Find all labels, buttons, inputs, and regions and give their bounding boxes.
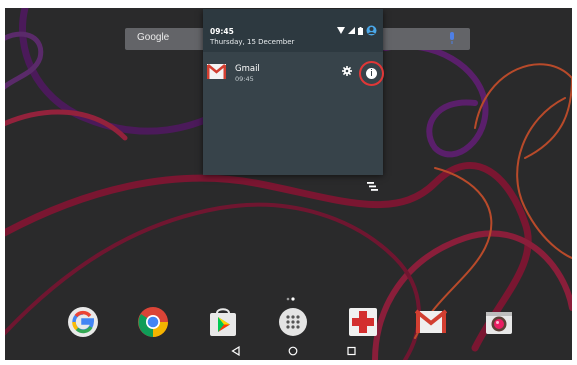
notification-time: 09:45 bbox=[235, 75, 254, 83]
mic-icon[interactable] bbox=[448, 32, 456, 45]
notification-shade: 09:45 Thursday, 15 December Gmail 09:45 bbox=[203, 9, 384, 175]
battery-icon bbox=[358, 26, 363, 35]
camera-icon[interactable] bbox=[483, 306, 515, 338]
recents-icon[interactable] bbox=[347, 346, 356, 356]
navigation-bar bbox=[5, 346, 572, 360]
google-app-icon[interactable] bbox=[67, 306, 99, 338]
notification-title: Gmail bbox=[235, 64, 260, 74]
gmail-icon[interactable] bbox=[415, 306, 447, 338]
info-icon-dot bbox=[371, 69, 372, 70]
page-indicator bbox=[286, 297, 295, 301]
shade-time: 09:45 bbox=[210, 27, 234, 36]
play-store-icon[interactable] bbox=[207, 306, 239, 338]
chrome-icon[interactable] bbox=[137, 306, 169, 338]
home-screen: Google 09:45 Thursday, 15 December Gmail… bbox=[5, 8, 572, 360]
home-icon[interactable] bbox=[288, 346, 298, 356]
first-aid-icon[interactable] bbox=[347, 306, 379, 338]
dismiss-all-icon[interactable] bbox=[367, 182, 378, 191]
info-button[interactable] bbox=[359, 61, 384, 86]
signal-icon bbox=[348, 27, 355, 34]
app-drawer-icon[interactable] bbox=[277, 306, 309, 338]
info-icon-stem bbox=[371, 71, 372, 76]
shade-date: Thursday, 15 December bbox=[210, 38, 295, 46]
back-icon[interactable] bbox=[231, 346, 240, 356]
wifi-icon bbox=[337, 27, 345, 34]
settings-icon[interactable] bbox=[342, 66, 352, 76]
account-icon[interactable] bbox=[366, 25, 377, 36]
shade-header: 09:45 Thursday, 15 December bbox=[203, 9, 383, 52]
gmail-notification-icon bbox=[207, 64, 226, 79]
google-logo-text: Google bbox=[137, 32, 170, 43]
status-icons bbox=[337, 25, 377, 36]
gmail-notification[interactable]: Gmail 09:45 bbox=[203, 59, 384, 175]
